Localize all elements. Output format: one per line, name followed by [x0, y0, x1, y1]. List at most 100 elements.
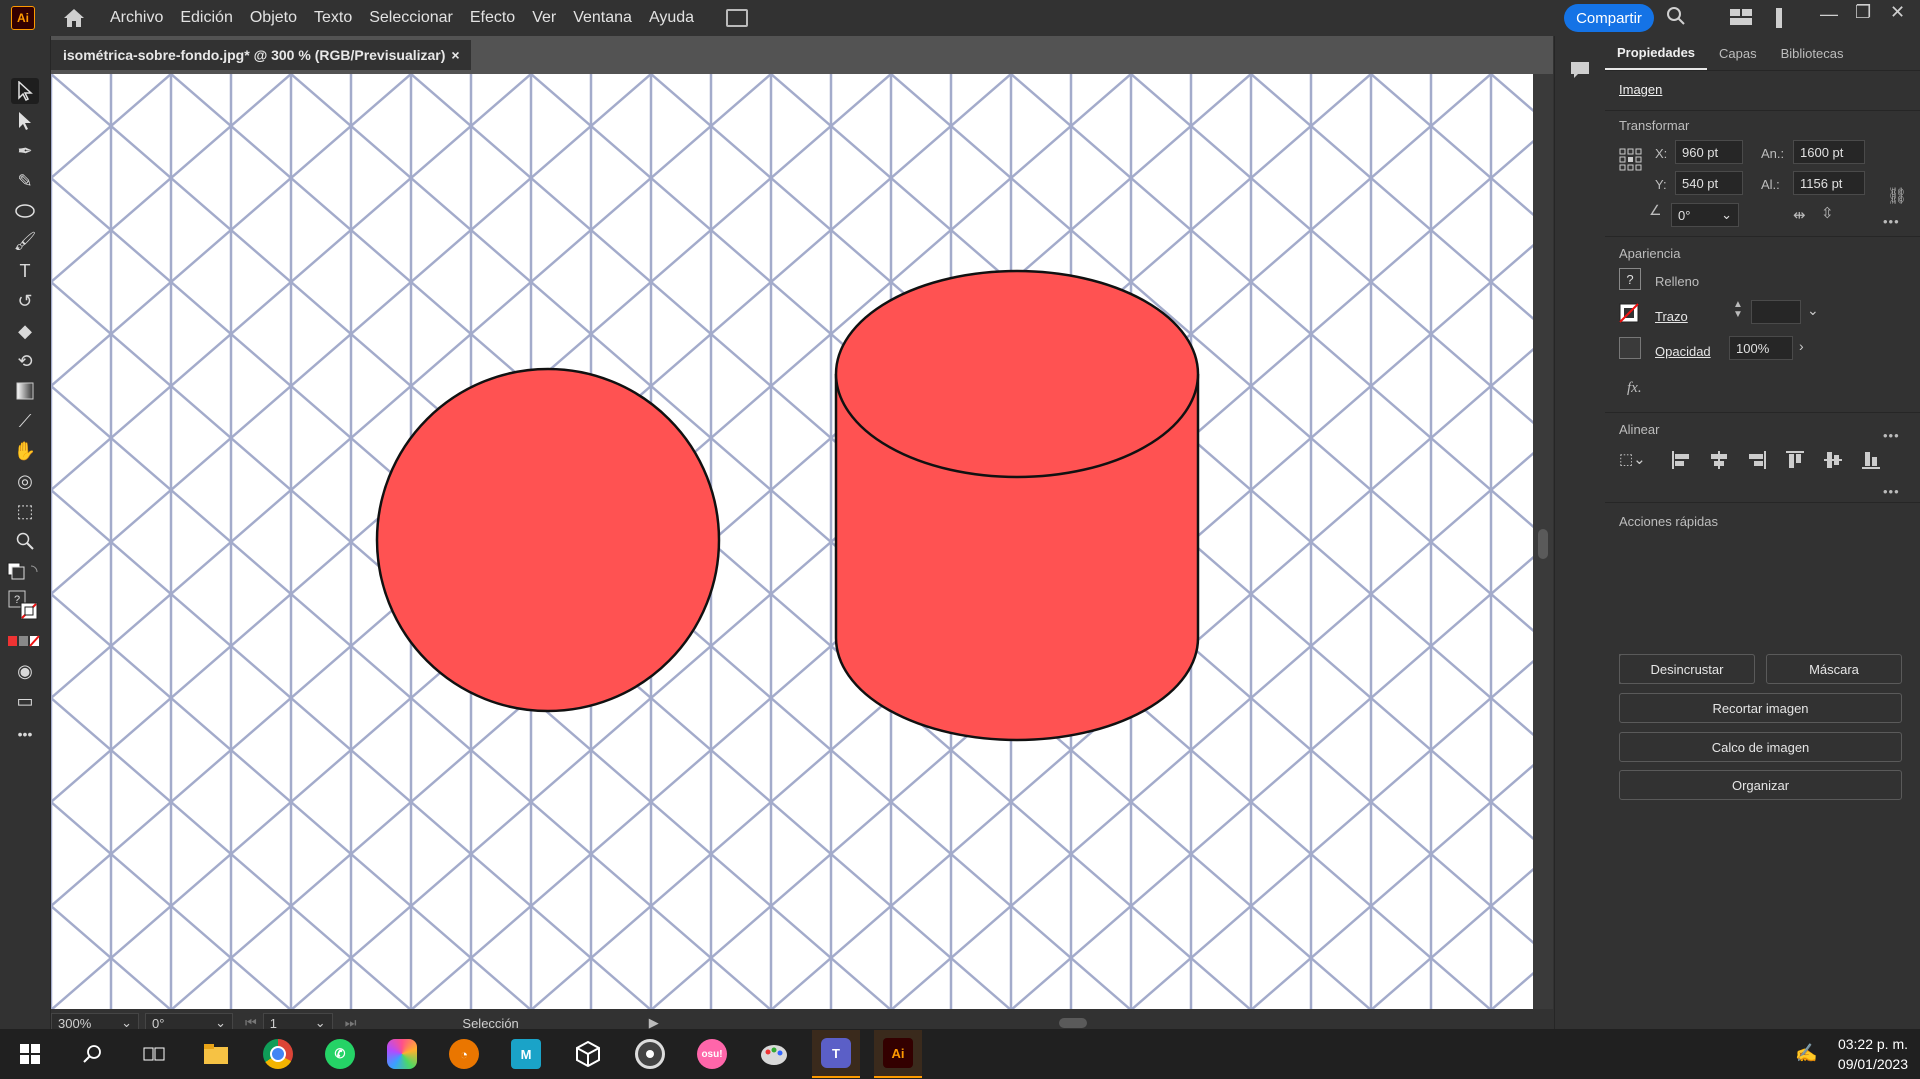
pen-tablet-icon[interactable]	[1774, 8, 1784, 33]
align-horizontal-center-icon[interactable]	[1709, 450, 1729, 475]
mask-button[interactable]: Máscara	[1766, 654, 1902, 684]
menu-ver[interactable]: Ver	[532, 9, 556, 27]
search-icon[interactable]	[68, 1030, 116, 1078]
ellipse-tool-icon[interactable]	[11, 198, 39, 224]
menu-ventana[interactable]: Ventana	[573, 9, 632, 27]
vertical-scrollbar[interactable]	[1533, 74, 1553, 1009]
flip-horizontal-icon[interactable]: ⇹	[1793, 206, 1806, 224]
tab-propiedades[interactable]: Propiedades	[1605, 36, 1708, 70]
constrain-proportions-icon[interactable]: ⛓	[1887, 186, 1907, 206]
system-clock[interactable]: 03:22 p. m. 09/01/2023	[1838, 1034, 1908, 1074]
canvas[interactable]	[51, 74, 1533, 1009]
windows-start-icon[interactable]	[6, 1030, 54, 1078]
align-top-icon[interactable]	[1785, 450, 1805, 475]
arrange-button[interactable]: Organizar	[1619, 770, 1902, 800]
paint-icon[interactable]	[750, 1030, 798, 1078]
close-window-icon[interactable]: ✕	[1890, 2, 1905, 23]
comments-icon[interactable]	[1569, 60, 1591, 85]
crop-image-button[interactable]: Recortar imagen	[1619, 693, 1902, 723]
illustrator-taskbar-icon[interactable]: Ai	[874, 1030, 922, 1078]
y-field[interactable]: 540 pt	[1675, 171, 1743, 195]
align-left-icon[interactable]	[1671, 450, 1691, 475]
shape-builder-tool-icon[interactable]: ◎	[11, 468, 39, 494]
fx-icon[interactable]: fx.	[1627, 380, 1642, 397]
menu-edicion[interactable]: Edición	[180, 9, 232, 27]
rotate-tool-icon[interactable]: ↺	[11, 288, 39, 314]
opacity-label[interactable]: Opacidad	[1655, 344, 1711, 359]
osu-icon[interactable]: osu!	[688, 1030, 736, 1078]
search-icon[interactable]	[1666, 6, 1686, 31]
object-type-label[interactable]: Imagen	[1619, 82, 1662, 97]
swap-fill-stroke-icon[interactable]	[6, 558, 42, 584]
stroke-label[interactable]: Trazo	[1655, 309, 1688, 324]
menu-ayuda[interactable]: Ayuda	[649, 9, 694, 27]
screen-mode-icon[interactable]: ▭	[11, 688, 39, 714]
more-options-icon[interactable]: •••	[1883, 428, 1900, 443]
flip-vertical-icon[interactable]: ⇳	[1821, 204, 1834, 222]
more-options-icon[interactable]: •••	[1883, 214, 1900, 229]
direct-selection-tool-icon[interactable]	[11, 108, 39, 134]
puppet-warp-tool-icon[interactable]: ✋	[11, 438, 39, 464]
whatsapp-icon[interactable]: ✆	[316, 1030, 364, 1078]
task-view-icon[interactable]	[130, 1030, 178, 1078]
free-transform-tool-icon[interactable]: ⟲	[11, 348, 39, 374]
type-tool-icon[interactable]: T	[11, 258, 39, 284]
restore-icon[interactable]: ❐	[1855, 2, 1871, 23]
tab-bibliotecas[interactable]: Bibliotecas	[1769, 36, 1856, 70]
pen-tool-icon[interactable]: ✒	[11, 138, 39, 164]
minimize-icon[interactable]: —	[1820, 4, 1838, 25]
stroke-stepper-icon[interactable]: ▲ ▼	[1733, 300, 1743, 320]
menu-texto[interactable]: Texto	[314, 9, 352, 27]
angle-field[interactable]: 0° ⌄	[1671, 203, 1739, 227]
menu-archivo[interactable]: Archivo	[110, 9, 163, 27]
davinci-resolve-icon[interactable]	[626, 1030, 674, 1078]
color-mode-icon[interactable]	[6, 628, 42, 654]
scroll-thumb[interactable]	[1538, 529, 1548, 559]
draw-mode-icon[interactable]: ◉	[11, 658, 39, 684]
embed-button[interactable]: Desincrustar	[1619, 654, 1755, 684]
close-document-icon[interactable]: ×	[451, 47, 459, 63]
arrange-documents-icon[interactable]	[726, 8, 749, 27]
photos-icon[interactable]	[378, 1030, 426, 1078]
artboard-tool-icon[interactable]: ⬚	[11, 498, 39, 524]
fill-swatch[interactable]: ?	[1619, 268, 1641, 290]
stroke-swatch[interactable]	[1619, 303, 1639, 328]
paintbrush-tool-icon[interactable]: 🖌	[11, 228, 39, 254]
pen-input-icon[interactable]: ✍	[1795, 1043, 1817, 1064]
unity-icon[interactable]	[564, 1030, 612, 1078]
edit-toolbar-icon[interactable]: •••	[11, 721, 39, 747]
menu-efecto[interactable]: Efecto	[470, 9, 515, 27]
align-to-selection-icon[interactable]: ⬚⌄	[1619, 450, 1646, 468]
maya-icon[interactable]: M	[502, 1030, 550, 1078]
blender-icon[interactable]: ◔	[440, 1030, 488, 1078]
teams-icon[interactable]: T	[812, 1030, 860, 1078]
stroke-weight-field[interactable]	[1751, 300, 1801, 324]
gradient-tool-icon[interactable]	[11, 378, 39, 404]
eraser-tool-icon[interactable]: ◆	[11, 318, 39, 344]
align-right-icon[interactable]	[1747, 450, 1767, 475]
more-options-icon[interactable]: •••	[1883, 484, 1900, 499]
menu-objeto[interactable]: Objeto	[250, 9, 297, 27]
image-trace-button[interactable]: Calco de imagen	[1619, 732, 1902, 762]
file-explorer-icon[interactable]	[192, 1030, 240, 1078]
tab-capas[interactable]: Capas	[1707, 36, 1769, 70]
chrome-icon[interactable]	[254, 1030, 302, 1078]
reference-point-icon[interactable]	[1619, 148, 1643, 177]
curvature-tool-icon[interactable]: ✎	[11, 168, 39, 194]
chevron-down-icon[interactable]: ⌄	[1807, 302, 1819, 319]
document-tab[interactable]: isométrica-sobre-fondo.jpg* @ 300 % (RGB…	[51, 40, 471, 70]
share-button[interactable]: Compartir	[1564, 4, 1654, 32]
zoom-tool-icon[interactable]	[11, 528, 39, 554]
height-field[interactable]: 1156 pt	[1793, 171, 1865, 195]
menu-seleccionar[interactable]: Seleccionar	[369, 9, 453, 27]
chevron-right-icon[interactable]: ›	[1799, 338, 1804, 354]
eyedropper-tool-icon[interactable]: ⟋	[11, 408, 39, 434]
width-field[interactable]: 1600 pt	[1793, 140, 1865, 164]
workspace-icon[interactable]	[1730, 9, 1752, 30]
align-bottom-icon[interactable]	[1861, 450, 1881, 475]
align-vertical-center-icon[interactable]	[1823, 450, 1843, 475]
opacity-field[interactable]: 100%	[1729, 336, 1793, 360]
fill-stroke-swatch-icon[interactable]: ?	[6, 588, 42, 622]
horizontal-scroll-thumb[interactable]	[1058, 1018, 1087, 1028]
selection-tool-icon[interactable]	[11, 78, 39, 104]
